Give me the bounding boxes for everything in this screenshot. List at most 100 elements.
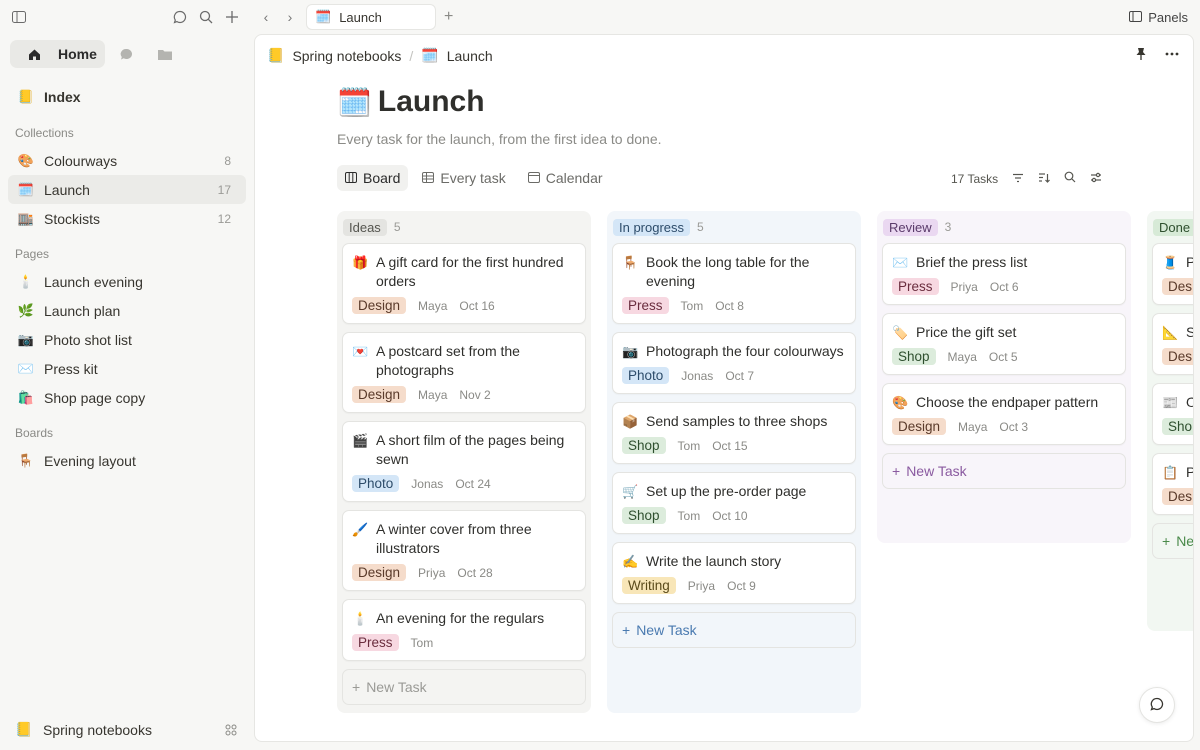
task-title: A postcard set from the photographs bbox=[376, 343, 520, 378]
task-tag: Shop bbox=[622, 437, 666, 454]
sidebar-item-shop-page-copy[interactable]: 🛍️ Shop page copy bbox=[8, 383, 246, 412]
tab-every-task[interactable]: Every task bbox=[414, 165, 513, 191]
tab-calendar[interactable]: Calendar bbox=[520, 165, 611, 191]
new-task-button[interactable]: + New Task bbox=[612, 612, 856, 648]
breadcrumb-launch[interactable]: Launch bbox=[447, 48, 493, 64]
sort-icon[interactable] bbox=[1038, 172, 1051, 186]
breadcrumb-workspace[interactable]: Spring notebooks bbox=[292, 48, 401, 64]
task-card[interactable]: 🪑 Book the long table for the evening Pre… bbox=[612, 243, 856, 324]
notebook-icon: 📒 bbox=[267, 47, 285, 63]
task-card[interactable]: ✍️ Write the launch story Writing Priya Oct… bbox=[612, 542, 856, 604]
task-assignee: Maya bbox=[958, 419, 988, 434]
tab-label: Calendar bbox=[545, 170, 603, 186]
task-tag: Sho bbox=[1162, 418, 1193, 435]
task-assignee: Maya bbox=[947, 349, 977, 364]
task-card[interactable]: 🎬 A short film of the pages being sewn Ph… bbox=[342, 421, 586, 502]
shopping-cart-icon: 🛒 bbox=[622, 484, 639, 499]
task-card[interactable]: ✉️ Brief the press list Press Priya Oct 6 bbox=[882, 243, 1126, 305]
shopping-bag-icon: 🛍️ bbox=[17, 389, 35, 405]
tab-launch[interactable]: 🗓️ Launch bbox=[306, 4, 436, 30]
task-card[interactable]: 📐 S Des bbox=[1152, 313, 1193, 375]
sidebar-item-launch-plan[interactable]: 🌿 Launch plan bbox=[8, 296, 246, 325]
store-icon: 🏬 bbox=[17, 210, 35, 226]
task-card[interactable]: 🎨 Choose the endpaper pattern Design Maya O… bbox=[882, 383, 1126, 445]
table-view-icon bbox=[422, 170, 435, 186]
sidebar: Home 📒 Index Collections 🎨 Colourways 8 … bbox=[0, 0, 254, 750]
task-assignee: Tom bbox=[680, 298, 704, 313]
board-column-review: Review 3 ✉️ Brief the press list Press Pri… bbox=[877, 211, 1131, 543]
workspace-label: Spring notebooks bbox=[43, 721, 152, 738]
plus-icon: + bbox=[622, 622, 631, 638]
task-card[interactable]: 🛒 Set up the pre-order page Shop Tom Oct 10 bbox=[612, 472, 856, 534]
kanban-board: Ideas 5 🎁 A gift card for the first hundr… bbox=[337, 211, 1194, 713]
task-card[interactable]: 📰 O Sho bbox=[1152, 383, 1193, 445]
camera-icon: 📷 bbox=[17, 331, 35, 347]
filter-icon[interactable] bbox=[1012, 172, 1024, 186]
breadcrumb: 📒 Spring notebooks / 🗓️ Launch bbox=[267, 47, 493, 64]
sidebar-item-photo-shot-list[interactable]: 📷 Photo shot list bbox=[8, 325, 246, 354]
back-arrow-icon[interactable]: ‹ bbox=[254, 9, 278, 25]
page-title: 🗓️ Launch bbox=[337, 85, 485, 119]
task-date: Oct 16 bbox=[459, 298, 495, 313]
add-icon[interactable] bbox=[224, 9, 240, 25]
sidebar-item-evening-layout[interactable]: 🪑 Evening layout bbox=[8, 446, 246, 475]
task-tag: Des bbox=[1162, 348, 1193, 365]
task-card[interactable]: 🖌️ A winter cover from three illustrators… bbox=[342, 510, 586, 591]
new-task-label: New Task bbox=[906, 463, 967, 479]
task-card[interactable]: 🎁 A gift card for the first hundred order… bbox=[342, 243, 586, 324]
forward-arrow-icon[interactable]: › bbox=[278, 9, 302, 25]
pin-icon[interactable] bbox=[1135, 47, 1147, 66]
task-card[interactable]: 📦 Send samples to three shops Shop Tom Oct … bbox=[612, 402, 856, 464]
task-card[interactable]: 📋 P th Des bbox=[1152, 453, 1193, 515]
task-date: Oct 7 bbox=[725, 368, 754, 383]
palette-icon: 🎨 bbox=[17, 152, 35, 168]
task-tag: Des bbox=[1162, 488, 1193, 505]
candle-icon: 🕯️ bbox=[352, 611, 369, 626]
plus-icon: + bbox=[352, 679, 361, 695]
grid-icon[interactable] bbox=[223, 722, 239, 738]
search-icon[interactable] bbox=[198, 9, 214, 25]
pages-section-label: Pages bbox=[15, 247, 50, 261]
settings-sliders-icon[interactable] bbox=[1090, 172, 1102, 186]
herb-icon: 🌿 bbox=[17, 302, 35, 318]
task-card[interactable]: 🏷️ Price the gift set Shop Maya Oct 5 bbox=[882, 313, 1126, 375]
chat-icon[interactable] bbox=[172, 9, 188, 25]
comment-button[interactable] bbox=[1139, 687, 1175, 723]
task-title: An evening for the regulars bbox=[376, 610, 545, 626]
task-date: Oct 3 bbox=[999, 419, 1029, 434]
messages-icon[interactable] bbox=[119, 46, 135, 62]
column-title: Review bbox=[883, 218, 938, 236]
workspace-switcher[interactable]: 📒 Spring notebooks bbox=[0, 721, 254, 738]
board-column-ideas: Ideas 5 🎁 A gift card for the first hundr… bbox=[337, 211, 591, 713]
task-title: Price the gift set bbox=[916, 324, 1017, 340]
new-task-button[interactable]: + New Task bbox=[342, 669, 586, 705]
sidebar-item-stockists[interactable]: 🏬 Stockists 12 bbox=[8, 204, 246, 233]
search-icon[interactable] bbox=[1064, 171, 1076, 186]
sidebar-item-count: 12 bbox=[217, 211, 231, 226]
task-card[interactable]: 💌 A postcard set from the photographs Des… bbox=[342, 332, 586, 413]
sidebar-item-colourways[interactable]: 🎨 Colourways 8 bbox=[8, 146, 246, 175]
home-button[interactable]: Home bbox=[10, 40, 105, 68]
new-task-label: New Task bbox=[1176, 533, 1194, 549]
task-card[interactable]: 📷 Photograph the four colourways Photo Jon… bbox=[612, 332, 856, 394]
folder-icon[interactable] bbox=[157, 46, 173, 62]
sidebar-item-launch[interactable]: 🗓️ Launch 17 bbox=[8, 175, 246, 204]
label-tag-icon: 🏷️ bbox=[892, 325, 909, 340]
sidebar-item-count: 8 bbox=[224, 153, 231, 168]
sidebar-item-launch-evening[interactable]: 🕯️ Launch evening bbox=[8, 267, 246, 296]
task-tag: Press bbox=[892, 278, 939, 295]
task-card[interactable]: 🧵 P bi Des bbox=[1152, 243, 1193, 305]
sidebar-toggle-icon[interactable] bbox=[10, 8, 28, 26]
task-title: Book the long table for the evening bbox=[646, 254, 810, 289]
new-task-button[interactable]: + New Task bbox=[882, 453, 1126, 489]
sidebar-item-index[interactable]: 📒 Index bbox=[8, 82, 246, 112]
more-options-icon[interactable] bbox=[1165, 47, 1179, 66]
task-card[interactable]: 🕯️ An evening for the regulars Press Tom bbox=[342, 599, 586, 661]
tab-board[interactable]: Board bbox=[337, 165, 409, 191]
panels-button[interactable]: Panels bbox=[1129, 10, 1188, 25]
sidebar-item-press-kit[interactable]: ✉️ Press kit bbox=[8, 354, 246, 383]
task-title: O bbox=[1186, 393, 1193, 412]
new-task-button[interactable]: + New Task bbox=[1152, 523, 1194, 559]
new-tab-icon[interactable]: + bbox=[444, 8, 453, 26]
task-tag: Des bbox=[1162, 278, 1193, 295]
